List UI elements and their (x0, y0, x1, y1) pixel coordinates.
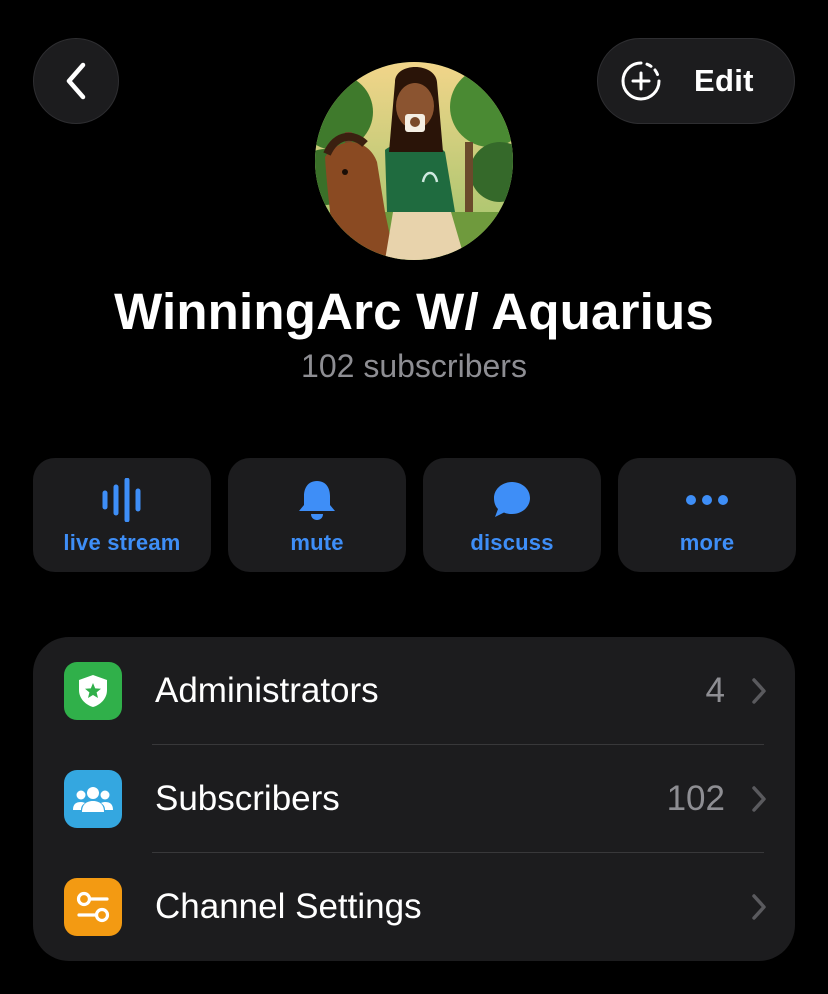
back-button[interactable] (33, 38, 119, 124)
edit-button[interactable]: Edit (597, 38, 795, 124)
more-button[interactable]: more (618, 458, 796, 572)
edit-label: Edit (694, 63, 754, 98)
list-item-channel-settings[interactable]: Channel Settings (33, 853, 795, 961)
channel-info-screen: Edit WinningArc W/ Aquarius 102 subscrib… (0, 0, 828, 994)
chevron-left-icon (66, 62, 86, 100)
live-stream-label: live stream (63, 530, 181, 555)
settings-toggle-icon (64, 878, 122, 936)
channel-settings-list: Administrators 4 Subscribers 102 Channel… (33, 637, 795, 961)
chevron-right-icon (752, 786, 766, 812)
admin-shield-icon (64, 662, 122, 720)
mute-label: mute (290, 530, 344, 555)
avatar-illustration (315, 62, 513, 260)
bell-icon (299, 481, 335, 520)
group-people-icon (64, 770, 122, 828)
chat-bubble-icon (494, 482, 530, 517)
add-story-icon (621, 61, 661, 101)
chevron-right-icon (752, 894, 766, 920)
discuss-label: discuss (470, 530, 554, 555)
list-item-label: Subscribers (155, 779, 340, 818)
more-label: more (679, 530, 735, 555)
list-item-value: 4 (705, 671, 725, 710)
chevron-right-icon (752, 678, 766, 704)
mute-button[interactable]: mute (228, 458, 406, 572)
list-item-value: 102 (666, 779, 725, 818)
list-item-label: Channel Settings (155, 887, 422, 926)
live-stream-button[interactable]: live stream (33, 458, 211, 572)
live-stream-icon (102, 478, 141, 522)
subscriber-count: 102 subscribers (301, 348, 527, 384)
channel-title: WinningArc W/ Aquarius (114, 283, 714, 340)
channel-avatar[interactable] (315, 62, 513, 260)
discuss-button[interactable]: discuss (423, 458, 601, 572)
list-item-subscribers[interactable]: Subscribers 102 (33, 745, 795, 853)
list-item-administrators[interactable]: Administrators 4 (33, 637, 795, 745)
action-bar: live stream mute discuss more (33, 458, 796, 572)
list-item-label: Administrators (155, 671, 379, 710)
more-dots-icon (686, 495, 728, 505)
